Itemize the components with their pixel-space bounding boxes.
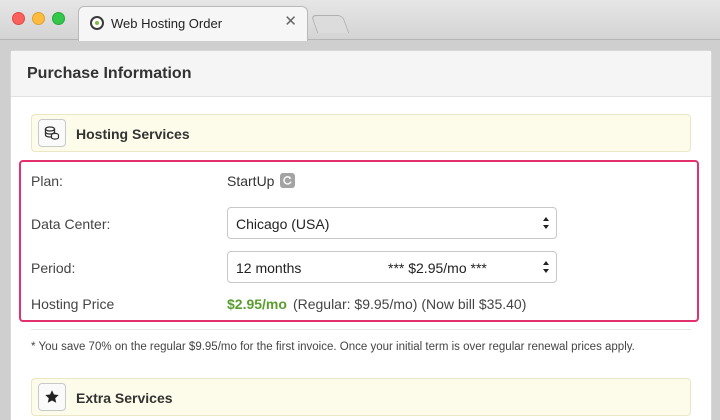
tab-close-icon[interactable]: ✕: [284, 14, 297, 29]
browser-tab[interactable]: Web Hosting Order ✕: [78, 6, 308, 41]
page-title: Purchase Information: [27, 65, 192, 82]
period-select[interactable]: 12 months *** $2.95/mo ***: [227, 251, 557, 283]
hosting-price-details: (Regular: $9.95/mo) (Now bill $35.40): [292, 296, 527, 312]
purchase-panel: Purchase Information Hosting Services Pl…: [10, 50, 712, 420]
savings-note: * You save 70% on the regular $9.95/mo f…: [31, 341, 635, 353]
star-icon: [38, 383, 66, 411]
select-arrows-icon: [543, 217, 549, 229]
window-close-button[interactable]: [12, 12, 25, 25]
plan-label: Plan:: [31, 173, 63, 189]
browser-chrome: Web Hosting Order ✕: [0, 0, 720, 41]
plan-value-group: StartUp: [227, 173, 296, 189]
divider: [31, 329, 691, 330]
data-center-label: Data Center:: [31, 216, 111, 232]
extra-services-label: Extra Services: [76, 390, 173, 406]
data-center-select[interactable]: Chicago (USA): [227, 207, 557, 239]
period-label: Period:: [31, 260, 76, 276]
database-icon: [38, 119, 66, 147]
plan-value: StartUp: [227, 173, 275, 189]
period-price-tag: *** $2.95/mo ***: [388, 260, 487, 276]
hosting-price-label: Hosting Price: [31, 296, 115, 312]
select-arrows-icon: [543, 261, 549, 273]
tab-title: Web Hosting Order: [111, 16, 223, 31]
site-favicon-icon: [90, 16, 104, 30]
data-center-selected: Chicago (USA): [236, 216, 330, 232]
panel-header: Purchase Information: [11, 51, 711, 97]
refresh-icon[interactable]: [280, 173, 296, 188]
hosting-services-header: Hosting Services: [31, 114, 691, 152]
hosting-price-value: $2.95/mo (Regular: $9.95/mo) (Now bill $3…: [227, 296, 526, 312]
new-tab-button[interactable]: [310, 15, 350, 33]
extra-services-header: Extra Services: [31, 378, 691, 416]
hosting-price-amount: $2.95/mo: [227, 296, 287, 312]
period-selected: 12 months: [236, 260, 302, 276]
window-minimize-button[interactable]: [32, 12, 45, 25]
window-maximize-button[interactable]: [52, 12, 65, 25]
hosting-services-label: Hosting Services: [76, 126, 190, 142]
